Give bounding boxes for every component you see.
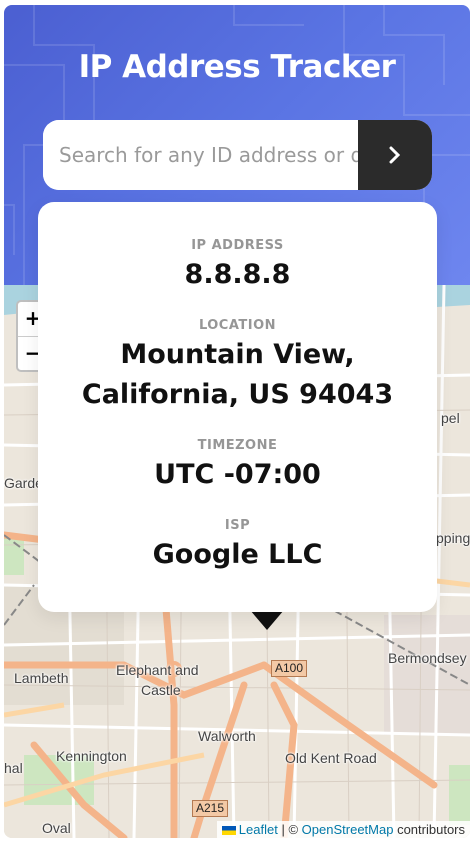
search-bar (43, 120, 432, 190)
info-card: IP ADDRESS 8.8.8.8 LOCATION Mountain Vie… (38, 202, 437, 612)
location-value-line2: California, US 94043 (81, 379, 394, 410)
ip-section: IP ADDRESS 8.8.8.8 (38, 238, 437, 295)
location-marker-icon[interactable] (250, 610, 284, 630)
app-frame: IP Address Tracker Search for any ID add… (4, 5, 470, 838)
location-section: LOCATION Mountain View, California, US 9… (38, 318, 437, 415)
timezone-value: UTC -07:00 (154, 459, 321, 490)
road-badge-a215: A215 (192, 800, 229, 817)
location-value-line1: Mountain View, (120, 339, 355, 370)
openstreetmap-link[interactable]: OpenStreetMap (302, 822, 394, 837)
search-input[interactable] (43, 120, 358, 190)
timezone-label: TIMEZONE (197, 438, 278, 453)
search-submit-button[interactable] (358, 120, 432, 190)
isp-section: ISP Google LLC (38, 518, 437, 575)
page-title: IP Address Tracker (78, 49, 396, 85)
map-label-elephant-and: Elephant and (116, 662, 199, 678)
isp-label: ISP (224, 518, 251, 533)
timezone-section: TIMEZONE UTC -07:00 (38, 438, 437, 495)
location-label: LOCATION (198, 318, 277, 333)
ip-address-value: 8.8.8.8 (184, 259, 291, 290)
map-attribution: Leaflet | © OpenStreetMap contributors (216, 821, 470, 838)
map-label-lambeth: Lambeth (14, 670, 69, 686)
map-label-hal: hal (4, 760, 23, 776)
attribution-contributors: contributors (397, 822, 465, 837)
map-label-castle: Castle (141, 682, 181, 698)
attribution-separator: | © (281, 822, 299, 837)
map-label-walworth: Walworth (198, 728, 256, 744)
map-label-pel: pel (441, 410, 460, 426)
road-badge-a100: A100 (271, 660, 308, 677)
map-label-old-kent-road: Old Kent Road (285, 750, 377, 766)
map-label-oval: Oval (42, 820, 71, 836)
leaflet-link[interactable]: Leaflet (239, 822, 278, 837)
isp-value: Google LLC (152, 539, 323, 570)
map-label-pping: pping (436, 530, 470, 546)
ip-address-label: IP ADDRESS (191, 238, 284, 253)
map-label-bermondsey: Bermondsey (388, 650, 467, 666)
chevron-right-icon (389, 146, 401, 164)
map-label-kennington: Kennington (56, 748, 127, 764)
ukraine-flag-icon (221, 826, 236, 836)
